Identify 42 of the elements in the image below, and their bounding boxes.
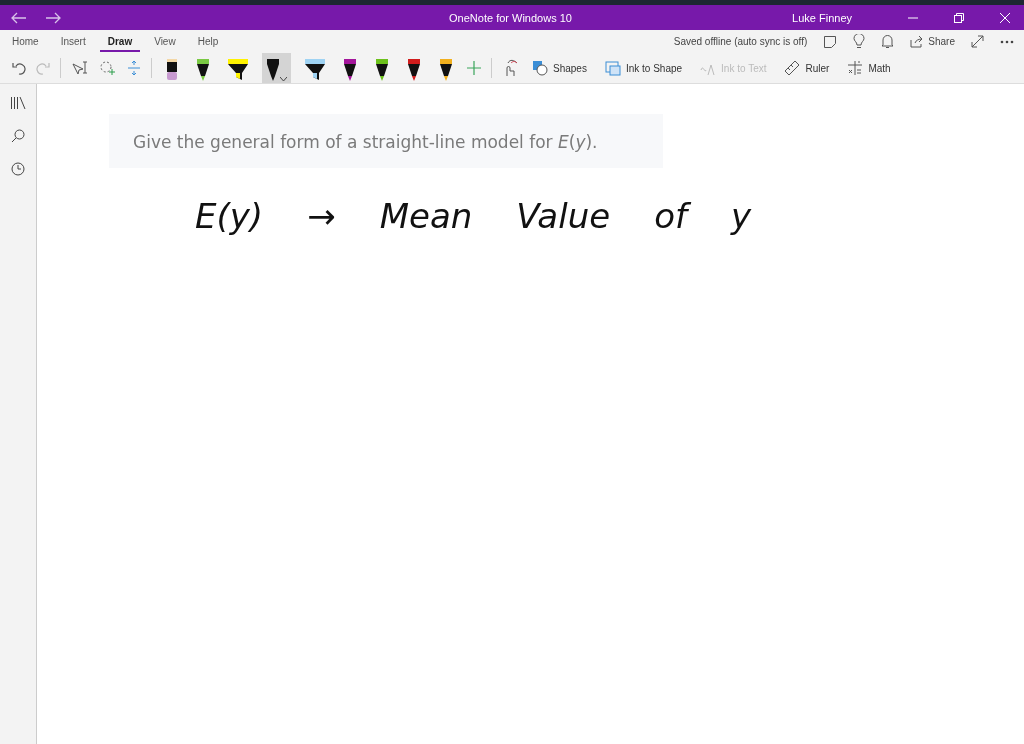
more-icon[interactable]: [1000, 39, 1014, 44]
close-icon[interactable]: [1000, 12, 1010, 23]
question-text: Give the general form of a straight-line model for E(y).: [133, 132, 599, 152]
ink-to-shape-icon: [604, 60, 621, 76]
bell-icon[interactable]: [881, 34, 895, 49]
tool-button[interactable]: Shapes: [528, 60, 591, 76]
lasso-text-select-icon[interactable]: [71, 60, 89, 76]
sync-status: Saved offline (auto sync is off): [673, 36, 808, 47]
shapes-icon: [532, 60, 548, 76]
handwritten-word: E(y): [195, 196, 264, 236]
forward-arrow-icon[interactable]: [45, 11, 61, 24]
ribbon-tab[interactable]: Help: [189, 31, 227, 52]
share-button[interactable]: Share: [910, 35, 955, 48]
search-icon[interactable]: [11, 129, 25, 143]
expand-icon[interactable]: [971, 35, 984, 48]
add-space-icon[interactable]: [127, 60, 141, 76]
math-icon: [847, 60, 864, 76]
lasso-select-icon[interactable]: [99, 60, 117, 76]
clock-icon[interactable]: [11, 162, 25, 176]
ribbon-tab[interactable]: Insert: [52, 31, 94, 52]
handwritten-word: Value: [516, 196, 611, 236]
caret-icon: [280, 77, 287, 81]
lightbulb-icon[interactable]: [853, 34, 866, 49]
back-arrow-icon[interactable]: [11, 11, 27, 24]
user-name[interactable]: Luke Finney: [792, 11, 852, 24]
tool-button[interactable]: Math: [843, 60, 895, 76]
restore-icon[interactable]: [954, 12, 964, 23]
ribbon-tab[interactable]: Home: [4, 31, 47, 52]
handwritten-word: Mean: [379, 196, 473, 236]
window-title: OneNote for Windows 10: [449, 11, 572, 24]
tool-button[interactable]: Ink to Shape: [600, 60, 687, 76]
share-icon: [910, 35, 925, 48]
sticky-note-icon[interactable]: [823, 34, 838, 49]
handwritten-word: →: [307, 196, 336, 236]
ribbon-tab[interactable]: Draw: [99, 31, 141, 52]
notebooks-icon[interactable]: [10, 96, 26, 110]
ruler-icon: [784, 60, 801, 76]
undo-icon[interactable]: [12, 61, 26, 75]
ribbon-tab[interactable]: View: [146, 31, 184, 52]
handwritten-word: y: [730, 196, 752, 236]
pen-button[interactable]: [262, 53, 291, 83]
tool-button[interactable]: Ruler: [780, 60, 834, 76]
